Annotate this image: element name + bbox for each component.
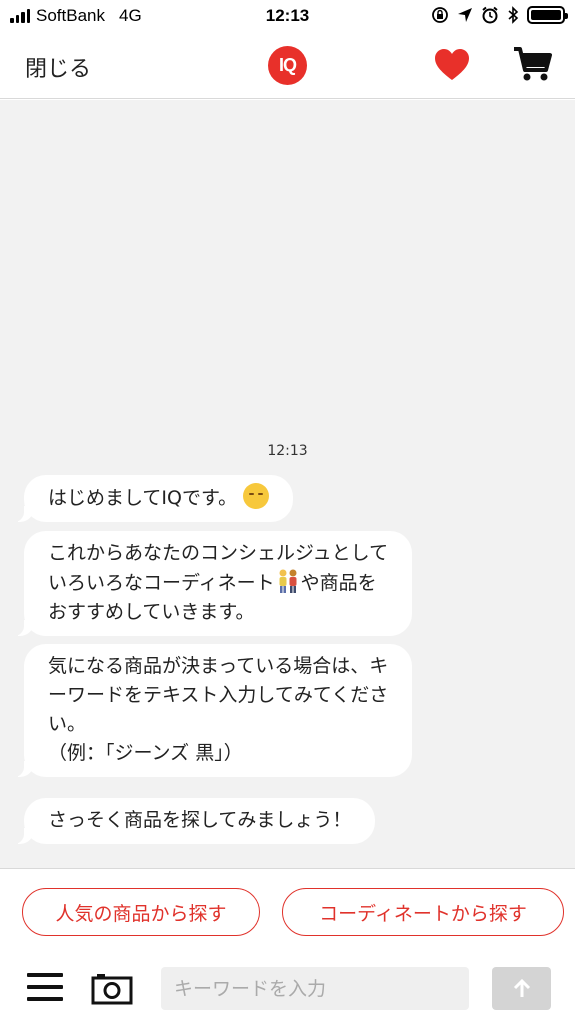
popular-items-button[interactable]: 人気の商品から探す — [22, 888, 260, 936]
nav-bar: 閉じる IQ — [0, 34, 575, 99]
send-button[interactable] — [492, 967, 551, 1010]
location-icon — [458, 8, 472, 22]
message-text: さっそく商品を探してみましょう！ — [48, 809, 352, 831]
close-button[interactable]: 閉じる — [25, 51, 91, 83]
keyword-input[interactable] — [161, 967, 469, 1010]
status-right — [431, 6, 568, 24]
message-text: これからあなたのコンシェルジュとして — [48, 542, 389, 564]
status-bar: SoftBank 4G 12:13 — [0, 0, 575, 34]
chat-message: 気になる商品が決まっている場合は、キ ーワードをテキスト入力してみてくださ い。… — [11, 644, 413, 777]
battery-icon — [527, 6, 568, 24]
chat-message: はじめましてIQです。 — [11, 475, 294, 522]
message-text: や商品を — [300, 572, 377, 594]
message-text: （例：「ジーンズ 黒」） — [48, 742, 243, 764]
iq-logo: IQ — [268, 46, 307, 85]
message-text: おすすめしていきます。 — [48, 601, 255, 623]
camera-icon[interactable] — [91, 973, 133, 1005]
chat-message: さっそく商品を探してみましょう！ — [11, 798, 376, 844]
chat-message: これからあなたのコンシェルジュとして いろいろなコーディネート や商品を おすす… — [11, 531, 413, 636]
couple-emoji-icon — [279, 569, 297, 593]
heart-icon[interactable] — [434, 48, 470, 82]
message-text: い。 — [48, 713, 87, 735]
chat-timestamp: 12:13 — [267, 443, 308, 459]
chat-area[interactable]: 12:13 はじめましてIQです。 これからあなたのコンシェルジュとして いろい… — [0, 100, 575, 868]
bluetooth-icon — [508, 6, 519, 24]
message-text: いろいろなコーディネート — [48, 572, 275, 594]
orientation-lock-icon — [432, 7, 448, 23]
quick-reply-row: 人気の商品から探す コーディネートから探す — [0, 868, 575, 956]
arrow-up-icon — [513, 978, 530, 997]
message-text: ーワードをテキスト入力してみてくださ — [48, 684, 389, 706]
coordinate-search-button[interactable]: コーディネートから探す — [282, 888, 564, 936]
cart-icon[interactable] — [512, 46, 552, 82]
smiling-face-emoji-icon — [243, 483, 270, 509]
message-text: 気になる商品が決まっている場合は、キ — [48, 655, 389, 677]
menu-icon[interactable] — [27, 973, 63, 1003]
input-bar — [0, 956, 575, 1024]
message-text: はじめましてIQです。 — [48, 487, 238, 509]
alarm-icon — [482, 6, 498, 24]
